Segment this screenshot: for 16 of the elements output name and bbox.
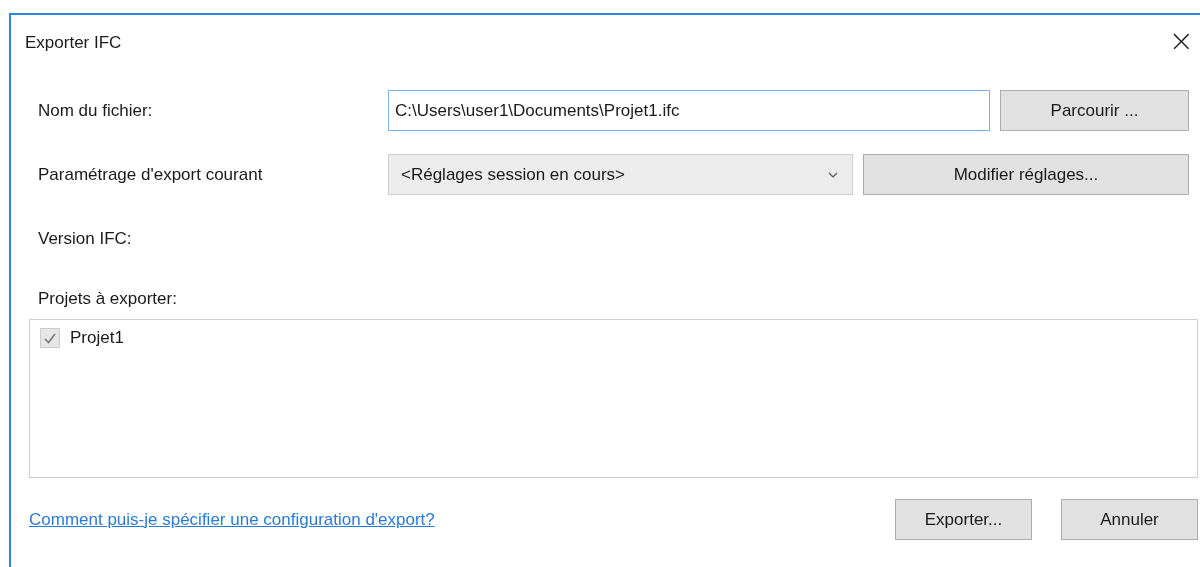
projects-label: Projets à exporter:	[38, 289, 178, 309]
checkmark-icon	[44, 332, 56, 344]
project-name: Projet1	[70, 328, 124, 348]
modify-settings-button[interactable]: Modifier réglages...	[863, 154, 1189, 195]
ifc-version-label: Version IFC:	[38, 229, 133, 249]
file-name-label: Nom du fichier:	[37, 100, 154, 121]
close-button[interactable]: ×	[1162, 25, 1200, 60]
caret-icon	[828, 171, 838, 178]
export-setup-dropdown[interactable]: <Réglages session en cours>	[388, 154, 853, 195]
export-setup-label: Paramétrage d'export courant	[37, 164, 264, 185]
help-link[interactable]: Comment puis-je spécifier une configuration d'export?	[29, 509, 435, 530]
dialog-button[interactable]: Annuler	[1061, 499, 1198, 540]
window-title: Exporter IFC	[25, 32, 122, 53]
browse-button[interactable]: Parcourir ...	[1000, 90, 1189, 131]
dialog-button[interactable]: Exporter...	[895, 499, 1032, 540]
file-name-field[interactable]: C:\Users\user1\Documents\Projet1.ifc	[388, 90, 990, 131]
